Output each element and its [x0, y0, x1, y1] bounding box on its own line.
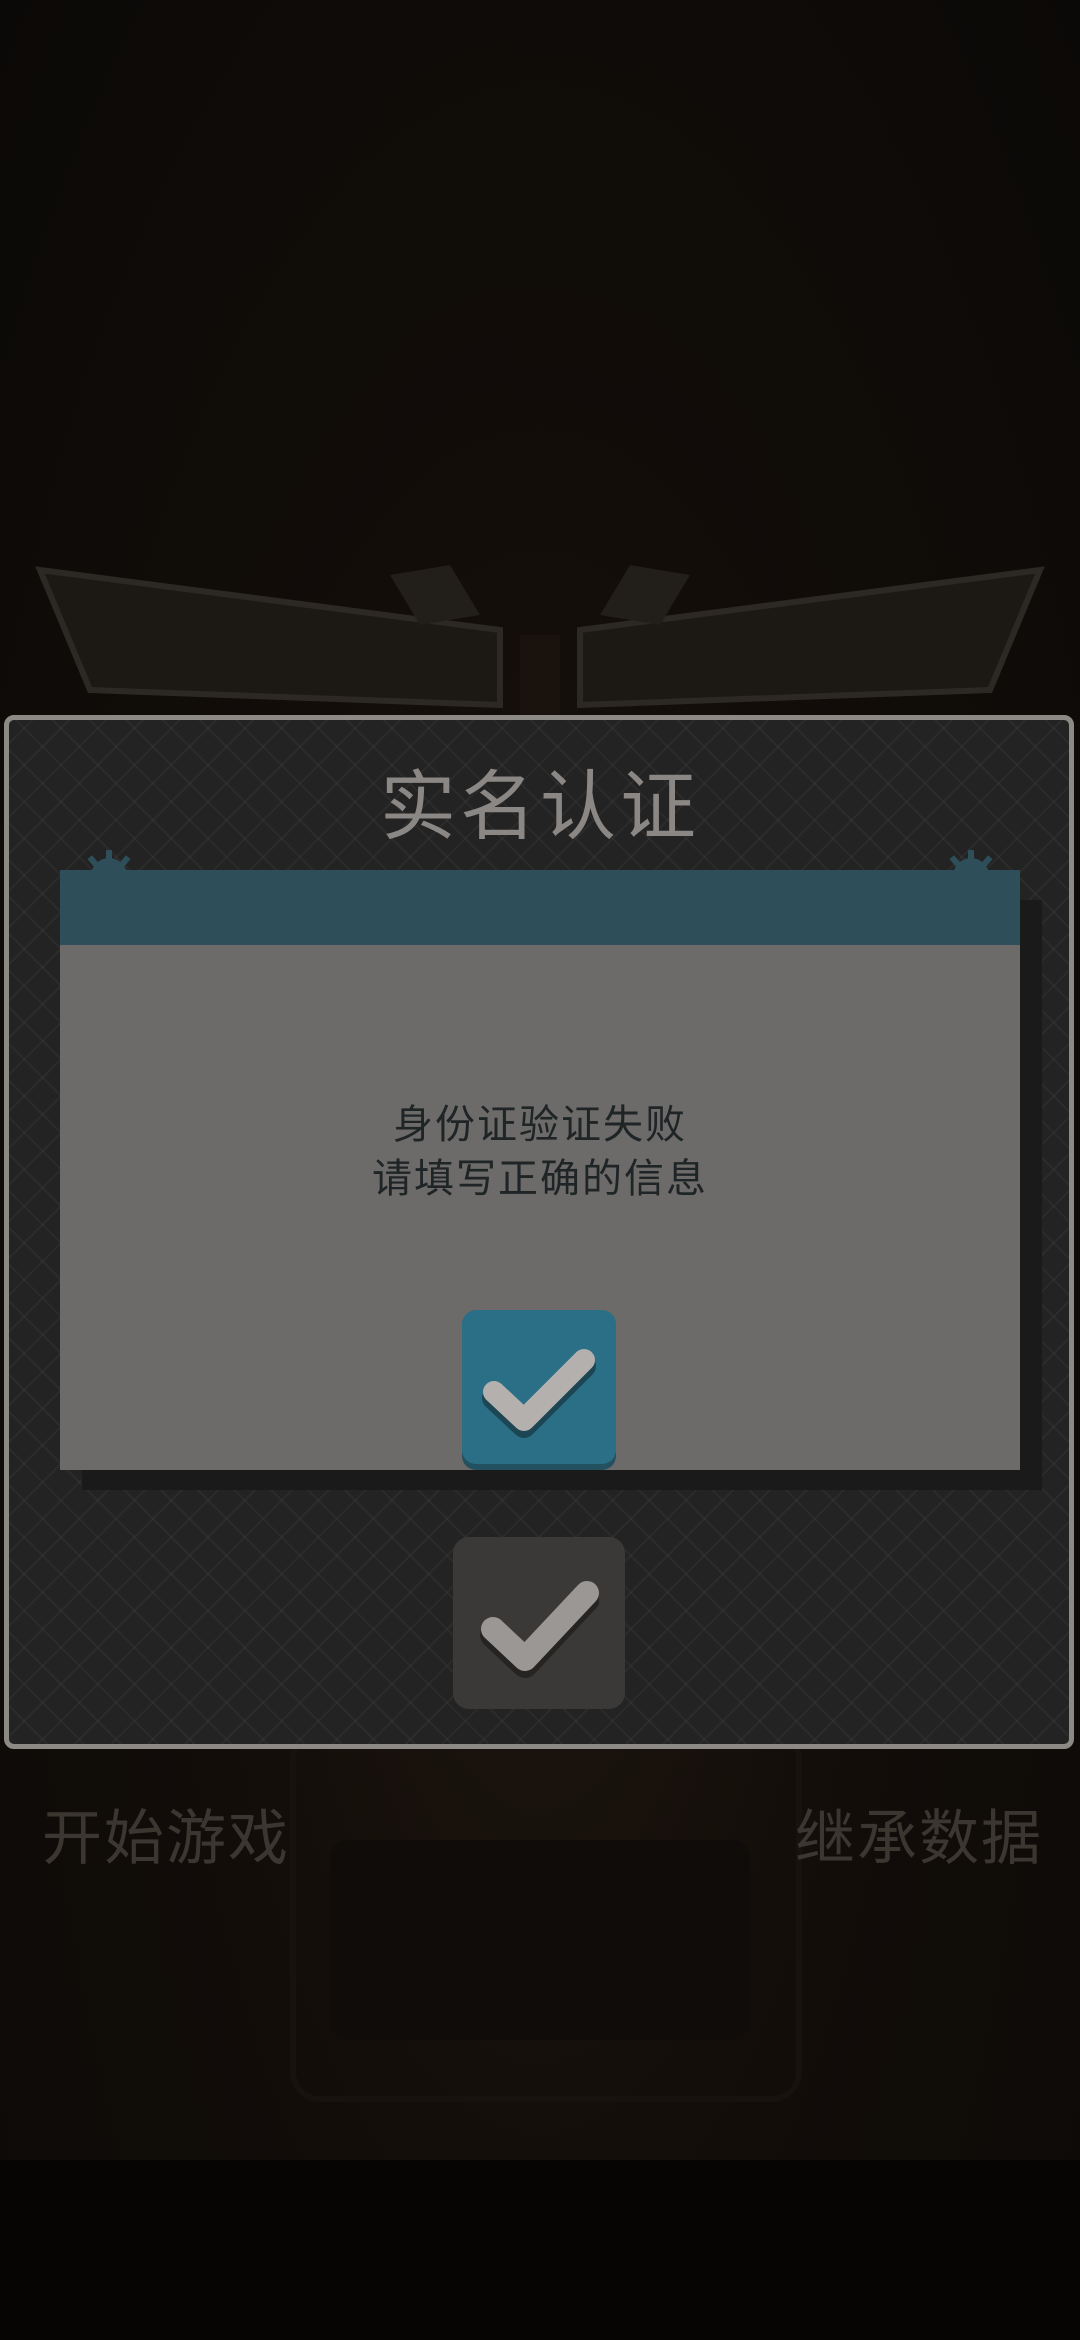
error-ok-button[interactable]: [462, 1310, 616, 1464]
background-frame-inner: [330, 1840, 750, 2040]
inherit-data-button: 继承数据: [795, 1804, 1043, 1874]
error-popup-header: [60, 870, 1020, 945]
error-message-line1: 身份证验证失败: [393, 1102, 687, 1148]
error-message-line2: 请填写正确的信息: [372, 1156, 708, 1202]
checkmark-icon: [482, 1349, 596, 1438]
game-logo: [35, 565, 1045, 715]
start-game-button: 开始游戏: [42, 1804, 290, 1874]
auth-confirm-button[interactable]: [453, 1537, 625, 1709]
checkmark-icon: [480, 1581, 599, 1678]
auth-dialog-title: 实名认证: [380, 762, 700, 851]
background-bottom-band: [0, 2160, 1080, 2340]
